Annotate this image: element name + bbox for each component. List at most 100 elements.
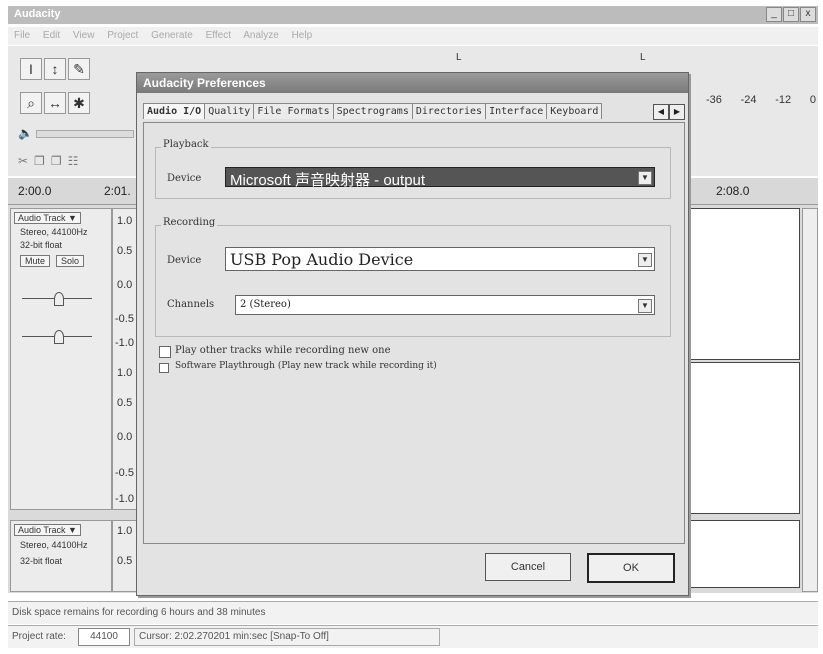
recording-device-label: Device [167,255,202,266]
tab-scroll-left-icon[interactable]: ◀ [653,104,669,120]
track-format: Stereo, 44100Hz [20,227,88,237]
scale-label: 1.0 [117,367,133,379]
playback-device-value: Microsoft 声音映射器 - output [230,172,426,189]
playback-device-select[interactable]: Microsoft 声音映射器 - output ▼ [225,167,655,189]
status-disk-space: Disk space remains for recording 6 hours… [8,601,818,624]
meter-tick-36: -36 [706,94,722,106]
app-title: Audacity [14,8,61,20]
track-format: Stereo, 44100Hz [20,540,88,550]
tab-quality[interactable]: Quality [204,103,255,119]
waveform-channel[interactable] [690,520,800,588]
recording-group [155,225,671,337]
ruler-time-mid: 2:01. [104,184,131,198]
ruler-time-left: 2:00.0 [18,184,52,198]
menubar: File Edit View Project Generate Effect A… [8,27,818,45]
channels-value: 2 (Stereo) [240,299,291,310]
menu-help[interactable]: Help [292,30,313,41]
solo-button[interactable]: Solo [56,255,85,267]
playback-device-label: Device [167,173,202,184]
vertical-scrollbar[interactable] [802,208,818,592]
scale-label: 0.5 [117,555,133,567]
zoom-tool-button[interactable]: ⌕ [20,92,42,114]
menu-view[interactable]: View [73,30,95,41]
meter-tick-12: -12 [775,94,792,106]
menu-generate[interactable]: Generate [151,30,193,41]
track-vertical-scale: 1.0 0.5 [112,520,138,592]
software-playthrough-checkbox[interactable] [159,363,169,373]
cursor-position-text: Cursor: 2:02.270201 min:sec [Snap-To Off… [134,628,440,646]
menu-effect[interactable]: Effect [206,30,231,41]
track-name-menu[interactable]: Audio Track ▼ [14,524,81,536]
scale-label: 0.0 [117,279,133,291]
meter-tick-24: -24 [740,94,757,106]
menu-file[interactable]: File [14,30,30,41]
speaker-icon: 🔈 [18,126,33,140]
preferences-dialog: Audacity Preferences Audio I/O Quality Fil… [136,72,689,596]
ruler-time-right: 2:08.0 [716,184,750,198]
dropdown-arrow-icon: ▼ [638,171,652,185]
meter-scale: -36 -24 -12 0 [706,94,816,106]
playback-group-label: Playback [161,139,211,150]
close-button[interactable]: x [800,7,816,22]
tab-directories[interactable]: Directories [411,103,487,119]
tab-keyboard[interactable]: Keyboard [546,103,603,119]
channels-label: Channels [167,299,215,310]
preferences-tabs: Audio I/O Quality File Formats Spectrograms… [143,103,683,121]
scale-label: -0.5 [115,313,134,325]
scale-label: -1.0 [115,337,134,349]
scale-label: 0.0 [117,431,133,443]
scale-label: 0.5 [117,245,133,257]
gain-slider-thumb[interactable] [54,292,64,306]
dialog-title: Audacity Preferences [137,73,688,93]
status-bar: Project rate: 44100 Cursor: 2:02.270201 … [8,625,818,648]
playback-volume-slider[interactable] [36,130,134,138]
tab-file-formats[interactable]: File Formats [253,103,334,119]
selection-tool-button[interactable]: I [20,58,42,80]
scale-label: -0.5 [115,467,134,479]
track-control-panel [10,208,112,510]
scale-label: -1.0 [115,493,134,505]
track-bits: 32-bit float [20,240,63,250]
project-rate-label: Project rate: [12,631,66,642]
play-other-tracks-label: Play other tracks while recording new on… [175,345,391,356]
cancel-button[interactable]: Cancel [485,553,571,581]
recording-group-label: Recording [161,217,218,228]
multi-tool-button[interactable]: ✱ [68,92,90,114]
recording-device-value: USB Pop Audio Device [230,250,414,269]
ok-button[interactable]: OK [587,553,675,583]
menu-analyze[interactable]: Analyze [243,30,279,41]
recording-device-select[interactable]: USB Pop Audio Device ▼ [225,247,655,271]
envelope-tool-button[interactable]: ↕ [44,58,66,80]
channels-select[interactable]: 2 (Stereo) ▼ [235,295,655,315]
track-name: Audio Track [18,213,66,223]
tab-audio-io[interactable]: Audio I/O [143,103,206,119]
pan-slider-thumb[interactable] [54,330,64,344]
software-playthrough-label: Software Playthrough (Play new track whi… [175,361,437,371]
mute-button[interactable]: Mute [20,255,51,267]
track-vertical-scale: 1.0 0.5 0.0 -0.5 -1.0 1.0 0.5 0.0 -0.5 -… [112,208,138,510]
dropdown-arrow-icon: ▼ [638,253,652,267]
project-rate-combo[interactable]: 44100 [78,628,130,646]
cursor-mark-right: L [640,52,646,63]
draw-tool-button[interactable]: ✎ [68,58,90,80]
track-name-menu[interactable]: Audio Track ▼ [14,212,81,224]
dropdown-arrow-icon: ▼ [638,299,652,313]
scale-label: 1.0 [117,215,133,227]
scale-label: 1.0 [117,525,133,537]
menu-edit[interactable]: Edit [43,30,60,41]
edit-toolbar-icons: ✂❐❐☷ [18,154,85,168]
track-name: Audio Track [18,525,66,535]
timeshift-tool-button[interactable]: ↔ [44,92,66,114]
tab-scroll-right-icon[interactable]: ▶ [669,104,685,120]
play-other-tracks-checkbox[interactable] [159,346,171,358]
minimize-button[interactable]: _ [766,7,782,22]
track-bits: 32-bit float [20,556,63,566]
waveform-channel[interactable] [690,208,800,360]
maximize-button[interactable]: □ [783,7,799,22]
waveform-channel[interactable] [690,362,800,514]
tab-spectrograms[interactable]: Spectrograms [332,103,413,119]
cursor-mark-left: L [456,52,462,63]
menu-project[interactable]: Project [107,30,138,41]
tab-interface[interactable]: Interface [485,103,548,119]
main-titlebar [8,6,818,24]
